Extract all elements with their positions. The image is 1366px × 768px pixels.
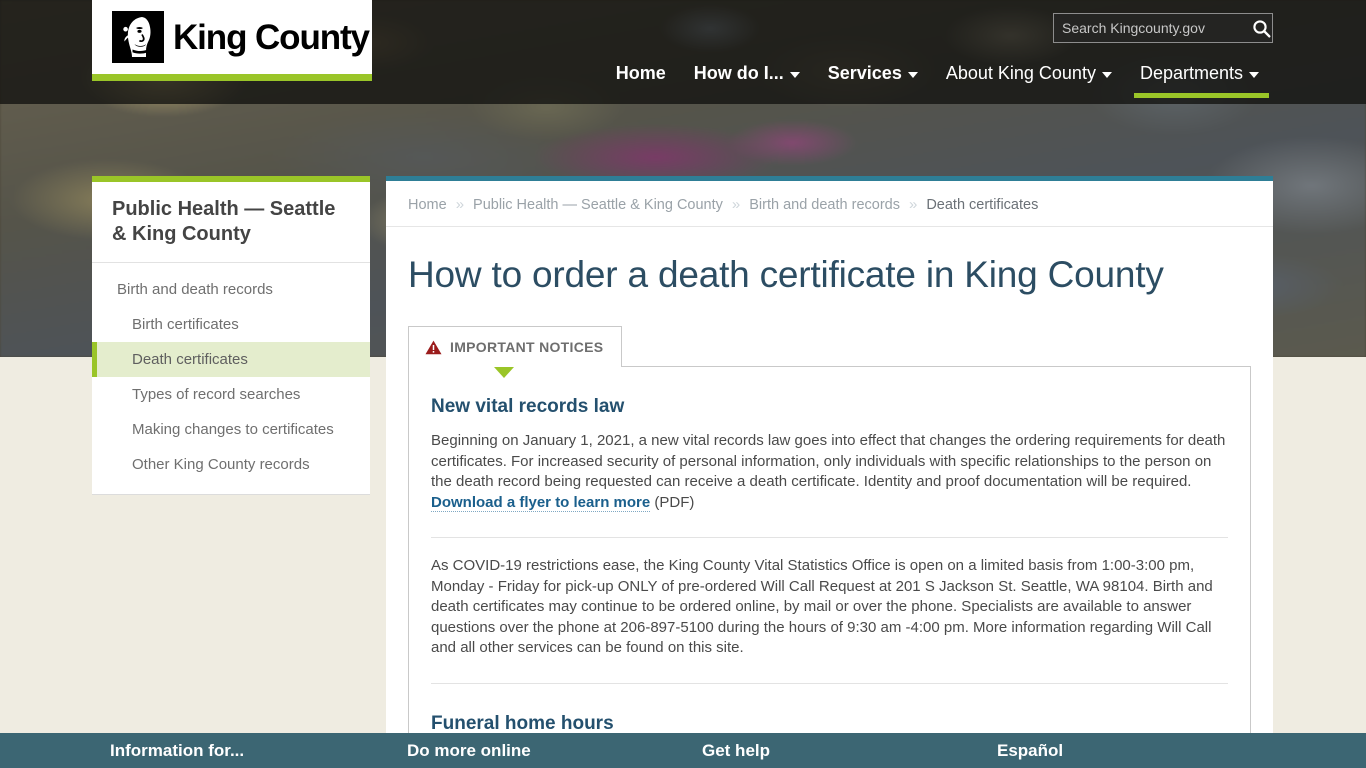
nav-item-about-king-county[interactable]: About King County (932, 62, 1126, 98)
breadcrumb: Home » Public Health — Seattle & King Co… (386, 181, 1273, 227)
search-icon (1253, 19, 1271, 37)
breadcrumb-item-death-certificates: Death certificates (926, 196, 1039, 213)
sidebar-title: Public Health — Seattle & King County (92, 182, 370, 263)
site-logo[interactable]: King County (92, 0, 372, 81)
chevron-down-icon (789, 72, 800, 78)
notice-new-vital-records-law: New vital records law Beginning on Janua… (431, 395, 1228, 537)
tab-important-notices[interactable]: IMPORTANT NOTICES (408, 326, 623, 367)
notice-heading: Funeral home hours (431, 712, 614, 734)
tab-label: IMPORTANT NOTICES (450, 339, 604, 355)
sidebar-item-birth-certificates[interactable]: Birth certificates (92, 307, 370, 342)
main-navigation: Home How do I... Services About King Cou… (602, 62, 1273, 98)
chevron-down-icon (907, 72, 918, 78)
footer-link-information-for[interactable]: Information for... (110, 741, 244, 761)
nav-label: Services (827, 63, 902, 83)
nav-label: Home (615, 63, 666, 83)
search-submit-button[interactable] (1251, 14, 1272, 42)
breadcrumb-separator-icon: » (908, 196, 918, 213)
sidebar-item-types-of-record-searches[interactable]: Types of record searches (92, 377, 370, 412)
nav-label: About King County (945, 63, 1096, 83)
nav-item-departments[interactable]: Departments (1126, 62, 1273, 98)
breadcrumb-item-birth-and-death-records[interactable]: Birth and death records (749, 197, 900, 213)
notice-body-suffix: (PDF) (650, 493, 695, 511)
site-footer: Information for... Do more online Get he… (0, 733, 1366, 768)
main-content-panel: Home » Public Health — Seattle & King Co… (386, 176, 1273, 733)
notice-funeral-home-hours: Funeral home hours Starting on July 13, … (431, 712, 1228, 734)
warning-triangle-icon (425, 340, 442, 354)
notice-heading: New vital records law (431, 396, 625, 417)
sidebar-item-birth-and-death-records[interactable]: Birth and death records (92, 272, 370, 307)
search-box[interactable] (1053, 13, 1273, 43)
footer-link-do-more-online[interactable]: Do more online (407, 741, 531, 761)
nav-item-how-do-i[interactable]: How do I... (680, 62, 814, 98)
breadcrumb-item-public-health[interactable]: Public Health — Seattle & King County (473, 197, 723, 213)
sidebar-item-death-certificates[interactable]: Death certificates (92, 342, 370, 377)
notice-body-text: Beginning on January 1, 2021, a new vita… (431, 432, 1226, 490)
breadcrumb-separator-icon: » (455, 196, 465, 213)
chevron-down-icon (1249, 72, 1259, 78)
download-flyer-link[interactable]: Download a flyer to learn more (431, 493, 651, 512)
active-tab-caret-icon (494, 367, 514, 378)
footer-link-espanol[interactable]: Español (997, 741, 1063, 761)
important-notices-panel: New vital records law Beginning on Janua… (408, 366, 1251, 733)
notice-body: As COVID-19 restrictions ease, the King … (431, 557, 1213, 656)
king-county-mlk-logo-icon (112, 11, 164, 63)
tab-strip: IMPORTANT NOTICES (408, 326, 1273, 367)
nav-item-home[interactable]: Home (602, 62, 680, 98)
nav-item-services[interactable]: Services (814, 62, 932, 98)
sidebar-item-making-changes-to-certificates[interactable]: Making changes to certificates (92, 412, 370, 447)
section-divider (431, 682, 1228, 684)
page-root: King County Home How do I... Services Ab… (0, 0, 1366, 768)
chevron-down-icon (1101, 72, 1112, 78)
page-title: How to order a death certificate in King… (408, 254, 1164, 295)
nav-label: Departments (1139, 63, 1243, 83)
logo-wordmark: King County (173, 17, 370, 57)
notice-body: Beginning on January 1, 2021, a new vita… (431, 431, 1228, 513)
search-input[interactable] (1054, 14, 1251, 42)
breadcrumb-separator-icon: » (731, 196, 741, 213)
sidebar-item-other-king-county-records[interactable]: Other King County records (92, 447, 370, 482)
sidebar-nav: Birth and death records Birth certificat… (92, 263, 370, 494)
footer-link-get-help[interactable]: Get help (702, 741, 770, 761)
breadcrumb-item-home[interactable]: Home (408, 197, 447, 213)
nav-label: How do I... (693, 63, 784, 83)
notice-covid-hours: As COVID-19 restrictions ease, the King … (431, 538, 1228, 683)
section-sidebar: Public Health — Seattle & King County Bi… (92, 176, 370, 495)
